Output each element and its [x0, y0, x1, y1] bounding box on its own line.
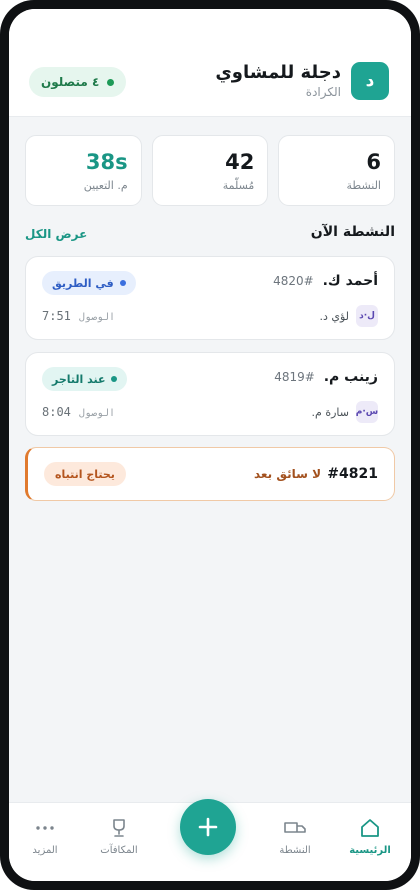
stat-value: 6 [366, 150, 381, 174]
order-id: #4819 [274, 370, 315, 384]
stat-label: م. التعيين [83, 179, 128, 192]
stat-label: مُسلّمة [222, 179, 255, 192]
home-icon [359, 817, 381, 839]
store-name: دجلة للمشاوي [215, 62, 341, 83]
trophy-icon [108, 817, 130, 839]
online-dot-icon [107, 78, 115, 86]
customer-name: أحمد ك. [322, 273, 378, 289]
driver-name: لؤي د. [319, 309, 349, 323]
eta-label: الوصول [78, 312, 116, 323]
nav-more[interactable]: المزيد [10, 817, 80, 856]
driver-avatar: س·م [356, 401, 378, 423]
online-drivers-pill[interactable]: ٤ متصلون [29, 67, 127, 97]
nav-label: المزيد [32, 845, 58, 856]
view-all-link[interactable]: عرض الكل [25, 227, 87, 241]
needs-attention-badge: يحتاج انتباه [44, 462, 126, 486]
eta-time: 8:04 [42, 405, 71, 419]
delivery-truck-icon [284, 817, 306, 839]
order-customer: أحمد ك. #4820 [273, 273, 378, 289]
status-badge: عند التاجر [42, 367, 128, 391]
order-card[interactable]: أحمد ك. #4820 في الطريق ل·د لؤي د. 7:51 … [25, 256, 395, 340]
app-screen: د دجلة للمشاوي الكرادة ٤ متصلون 6 النشطة… [9, 9, 411, 881]
plus-icon [198, 817, 218, 837]
customer-name: زينب م. [323, 369, 378, 385]
store-area: الكرادة [305, 85, 341, 99]
status-text: في الطريق [52, 276, 114, 290]
status-dot-icon [111, 376, 118, 382]
stat-card-active[interactable]: 6 النشطة [278, 135, 395, 206]
alert-message: لا سائق بعد [253, 467, 322, 481]
store-logo: د [351, 62, 389, 100]
unassigned-order-alert[interactable]: #4821 لا سائق بعد يحتاج انتباه [25, 447, 395, 501]
driver-row: س·م سارة م. [312, 401, 378, 423]
section-title: النشطة الآن [310, 224, 395, 240]
stats-row: 6 النشطة 42 مُسلّمة 38s م. التعيين [24, 135, 395, 206]
order-id: #4820 [273, 274, 314, 288]
stat-label: النشطة [346, 179, 381, 192]
nav-label: النشطة [279, 845, 311, 856]
eta: 8:04 الوصول [42, 405, 115, 419]
stat-card-assign-time[interactable]: 38s م. التعيين [24, 135, 142, 206]
status-badge: في الطريق [42, 271, 136, 295]
stat-value: 38s [85, 150, 128, 174]
alert-order-id: #4821 [327, 466, 378, 482]
status-text: عند التاجر [52, 372, 106, 386]
nav-home[interactable]: الرئيسية [335, 817, 405, 856]
stat-card-delivered[interactable]: 42 مُسلّمة [151, 135, 269, 206]
device-frame: د دجلة للمشاوي الكرادة ٤ متصلون 6 النشطة… [0, 0, 420, 890]
nav-label: المكافآت [100, 845, 138, 856]
nav-rewards[interactable]: المكافآت [84, 817, 154, 856]
driver-row: ل·د لؤي د. [319, 305, 378, 327]
nav-active[interactable]: النشطة [260, 817, 330, 856]
driver-name: سارة م. [311, 405, 349, 419]
online-drivers-count: ٤ متصلون [41, 75, 100, 89]
stat-value: 42 [225, 150, 255, 174]
eta-time: 7:51 [42, 309, 71, 323]
nav-label: الرئيسية [349, 845, 391, 856]
eta-label: الوصول [78, 408, 116, 419]
eta: 7:51 الوصول [42, 309, 115, 323]
order-customer: زينب م. #4819 [274, 369, 378, 385]
order-card[interactable]: زينب م. #4819 عند التاجر س·م سارة م. 8:0… [25, 352, 395, 436]
driver-avatar: ل·د [356, 305, 378, 327]
more-dots-icon [34, 817, 56, 839]
alert-text: #4821 لا سائق بعد [254, 466, 378, 482]
app-header: د دجلة للمشاوي الكرادة ٤ متصلون [9, 9, 411, 117]
status-dot-icon [119, 280, 126, 286]
add-order-button[interactable] [180, 799, 236, 855]
